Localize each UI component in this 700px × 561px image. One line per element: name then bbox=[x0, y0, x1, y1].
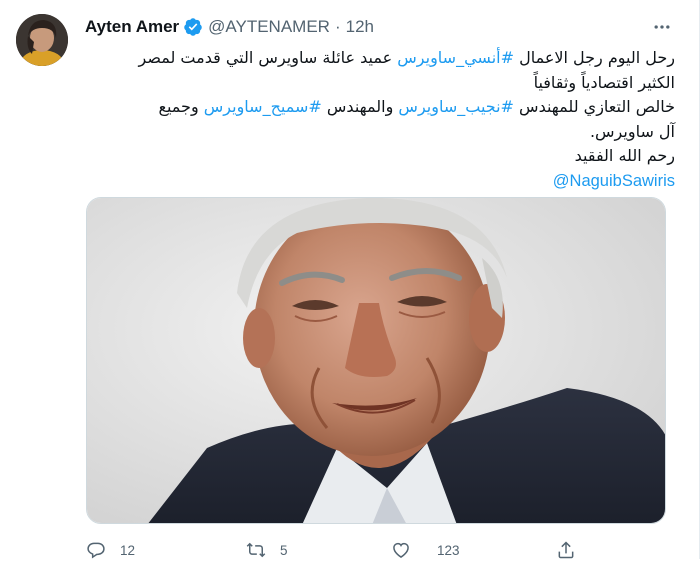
tweet-card[interactable]: Ayten Amer @AYTENAMER · 12h رحل اليوم رج… bbox=[0, 0, 700, 559]
tweet-text-line-4: آل ساويرس. bbox=[589, 121, 675, 141]
tweet-text: رحل اليوم رجل الاعمال #أنسي_ساويرس عميد … bbox=[85, 46, 675, 193]
hashtag-link[interactable]: #سميح_ساويرس bbox=[204, 97, 322, 116]
separator-dot: · bbox=[334, 17, 341, 36]
like-button[interactable]: 123 bbox=[391, 539, 460, 561]
text-segment: خالص التعازي للمهندس bbox=[513, 97, 675, 116]
text-segment: رحل اليوم رجل الاعمال bbox=[514, 48, 675, 67]
author-name[interactable]: Ayten Amer bbox=[85, 17, 179, 37]
retweet-button[interactable]: 5 bbox=[246, 539, 288, 561]
avatar[interactable] bbox=[16, 14, 68, 66]
share-button[interactable] bbox=[556, 539, 576, 561]
tweet-header: Ayten Amer @AYTENAMER · 12h bbox=[85, 16, 679, 38]
retweet-count: 5 bbox=[280, 542, 288, 558]
tweet-text-line-5: رحم الله الفقيد bbox=[574, 146, 675, 165]
text-segment: عميد عائلة ساويرس التي قدمت لمصر bbox=[138, 48, 398, 67]
tweet-actions-bar: 12 5 123 bbox=[86, 539, 586, 561]
verified-badge-icon bbox=[184, 18, 202, 36]
share-icon bbox=[558, 541, 574, 559]
reply-button[interactable]: 12 bbox=[86, 539, 135, 561]
tweet-media-photo[interactable] bbox=[86, 197, 666, 524]
text-segment: والمهندس bbox=[321, 97, 399, 116]
reply-count: 12 bbox=[120, 542, 136, 558]
more-options-icon[interactable] bbox=[651, 16, 673, 38]
reply-icon bbox=[87, 542, 105, 559]
tweet-text-line-6: @NaguibSawiris bbox=[85, 169, 675, 194]
tweet-timestamp[interactable]: 12h bbox=[346, 17, 374, 37]
heart-icon bbox=[393, 542, 409, 558]
avatar-image bbox=[16, 14, 68, 66]
author-handle[interactable]: @AYTENAMER bbox=[208, 17, 330, 37]
tweet-text-line-1: رحل اليوم رجل الاعمال #أنسي_ساويرس عميد … bbox=[85, 46, 675, 71]
tweet-text-line-2: الكثير اقتصادياً وثقافياً bbox=[533, 72, 675, 92]
hashtag-link[interactable]: #نجيب_ساويرس bbox=[398, 97, 514, 116]
mention-link[interactable]: @NaguibSawiris bbox=[553, 172, 675, 190]
hashtag-link[interactable]: #أنسي_ساويرس bbox=[397, 48, 514, 67]
retweet-icon bbox=[246, 542, 266, 558]
portrait-photo bbox=[87, 198, 665, 523]
like-count: 123 bbox=[437, 542, 460, 558]
text-segment: وجميع bbox=[158, 97, 204, 116]
tweet-text-line-3: خالص التعازي للمهندس #نجيب_ساويرس والمهن… bbox=[85, 95, 675, 120]
